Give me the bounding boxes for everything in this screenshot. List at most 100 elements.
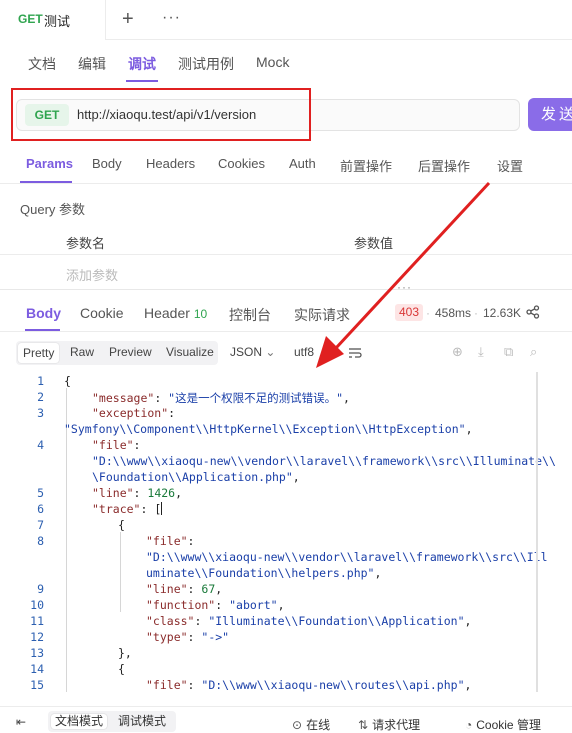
code-text: "exception":: [92, 406, 176, 420]
code-text: "file":: [92, 438, 141, 452]
tab-mock[interactable]: Mock: [256, 54, 289, 70]
response-time: 458ms: [435, 306, 472, 320]
request-tab[interactable]: GET 测试: [0, 0, 106, 40]
line-number: 2: [37, 390, 44, 404]
line-number: 10: [30, 598, 44, 612]
line-number: 8: [37, 534, 44, 548]
response-size: 12.63K: [483, 306, 522, 320]
line-number: 3: [37, 406, 44, 420]
line-number: 12: [30, 630, 44, 644]
param-name-header: 参数名: [66, 236, 106, 251]
code-text: "D:\\www\\xiaoqu-new\\vendor\\laravel\\f…: [146, 550, 548, 564]
tab-actual-request[interactable]: 实际请求: [294, 305, 350, 325]
cookie-label: Cookie 管理: [476, 718, 541, 732]
mode-switch: 文档模式 调试模式: [48, 711, 176, 732]
add-tab-icon[interactable]: +: [122, 8, 134, 31]
header-count-badge: 10: [193, 307, 208, 321]
proxy-setting[interactable]: ⇅ 请求代理: [358, 716, 420, 733]
panel-splitter[interactable]: [0, 289, 572, 290]
tab-settings[interactable]: 设置: [497, 156, 523, 175]
response-view-toolbar: Pretty Raw Preview Visualize JSON ⌄ utf8…: [16, 341, 556, 365]
response-code-viewer[interactable]: 1 {2 "message": "这是一个权限不足的测试错误。", 3 "excepti…: [0, 372, 572, 692]
code-text: "file":: [146, 534, 195, 548]
request-tab-method: GET: [18, 12, 43, 26]
doc-mode-button[interactable]: 文档模式: [51, 714, 108, 729]
more-icon[interactable]: ···: [162, 9, 181, 27]
code-scrollbar[interactable]: [536, 372, 538, 692]
tab-response-cookie[interactable]: Cookie: [80, 305, 124, 321]
params-tab-underline: [20, 181, 72, 183]
code-text: "line": 1426,: [92, 486, 183, 500]
send-button[interactable]: 发送: [528, 98, 572, 131]
code-text: "message": "这是一个权限不足的测试错误。",: [92, 391, 350, 405]
tab-debug[interactable]: 调试: [128, 54, 156, 74]
code-text: "file": "D:\\www\\xiaoqu-new\\routes\\ap…: [146, 678, 472, 692]
code-text: {: [118, 662, 125, 676]
text-cursor: [161, 502, 163, 515]
meta-separator: ·: [474, 306, 478, 320]
debug-mode-button[interactable]: 调试模式: [118, 714, 166, 729]
api-sub-tabs: 文档 编辑 调试 测试用例 Mock: [0, 42, 572, 84]
line-number: 6: [37, 502, 44, 516]
tab-auth[interactable]: Auth: [289, 156, 316, 171]
tab-edit[interactable]: 编辑: [78, 54, 106, 74]
wrap-lines-icon[interactable]: [348, 346, 362, 360]
copy-icon[interactable]: ⧉: [504, 344, 513, 360]
tab-docs[interactable]: 文档: [28, 54, 56, 74]
status-bar: ⇤ 文档模式 调试模式 ⊙ 在线 ⇅ 请求代理 ◔ Cookie 管理: [0, 706, 572, 733]
tab-console[interactable]: 控制台: [229, 305, 271, 325]
response-tab-underline: [25, 329, 60, 331]
header-tab-label: Header: [144, 305, 190, 321]
line-number: 1: [37, 374, 44, 388]
cookie-icon: ◔: [465, 718, 473, 732]
format-select[interactable]: JSON ⌄: [230, 345, 275, 359]
code-text: "type": "->": [146, 630, 230, 644]
splitter-handle-icon[interactable]: ···: [397, 280, 412, 294]
line-number: 15: [30, 678, 44, 692]
line-number: 13: [30, 646, 44, 660]
meta-separator: ·: [426, 306, 430, 320]
line-number: 4: [37, 438, 44, 452]
code-text: uminate\\Foundation\\helpers.php",: [146, 566, 382, 580]
code-text: \Foundation\\Application.php",: [92, 470, 300, 484]
online-label: 在线: [306, 718, 331, 732]
code-text: },: [118, 646, 132, 660]
tab-cookies[interactable]: Cookies: [218, 156, 265, 171]
request-tab-name: 测试: [44, 14, 71, 29]
encoding-value: utf8: [294, 345, 315, 359]
tab-response-body[interactable]: Body: [26, 305, 61, 321]
add-param-placeholder[interactable]: 添加参数: [66, 265, 118, 284]
share-icon[interactable]: [526, 305, 540, 319]
query-add-row[interactable]: 添加参数: [0, 256, 572, 286]
online-icon: ⊙: [292, 718, 303, 732]
view-preview[interactable]: Preview: [109, 345, 152, 359]
tab-test-cases[interactable]: 测试用例: [178, 54, 234, 74]
tab-post-actions[interactable]: 后置操作: [418, 156, 470, 175]
code-text: "D:\\www\\xiaoqu-new\\vendor\\laravel\\f…: [92, 454, 556, 468]
indent-guide: [120, 532, 121, 612]
code-text: "trace": [: [92, 502, 163, 516]
view-visualize[interactable]: Visualize: [166, 345, 214, 359]
search-icon[interactable]: ⌕: [530, 344, 537, 360]
encoding-select[interactable]: utf8: [294, 345, 314, 359]
chevron-down-icon: ⌄: [265, 345, 276, 359]
code-text: {: [118, 518, 125, 532]
download-icon[interactable]: ⤓: [478, 344, 484, 360]
view-pretty[interactable]: Pretty: [18, 343, 60, 363]
status-badge: 403: [395, 304, 423, 321]
tab-headers[interactable]: Headers: [146, 156, 195, 171]
cookie-manager[interactable]: ◔ Cookie 管理: [465, 716, 541, 733]
upload-icon[interactable]: ⊕: [452, 344, 463, 360]
tab-response-header[interactable]: Header 10: [144, 305, 207, 321]
query-params-label: Query 参数: [20, 202, 86, 217]
tab-pre-actions[interactable]: 前置操作: [340, 156, 392, 175]
code-text: {: [64, 374, 71, 388]
view-raw[interactable]: Raw: [70, 345, 94, 359]
line-number: 14: [30, 662, 44, 676]
request-tab-bar: GET 测试 + ···: [0, 0, 572, 40]
tab-body[interactable]: Body: [92, 156, 122, 171]
tab-params[interactable]: Params: [26, 156, 73, 171]
active-tab-underline: [126, 80, 158, 82]
collapse-sidebar-icon[interactable]: ⇤: [16, 715, 26, 729]
online-status[interactable]: ⊙ 在线: [292, 716, 330, 733]
